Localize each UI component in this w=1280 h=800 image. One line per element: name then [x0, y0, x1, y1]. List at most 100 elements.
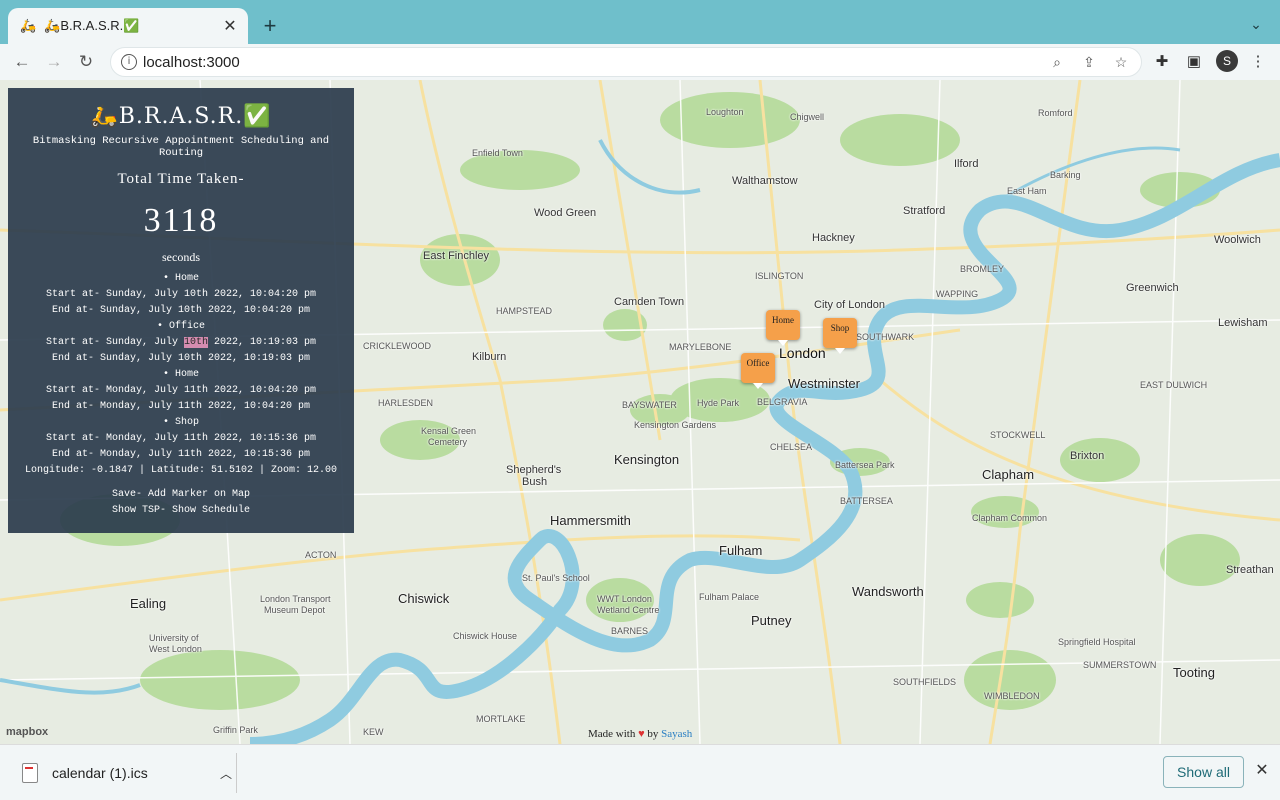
place-label: Tooting: [1173, 665, 1215, 680]
stop-end: End at- Monday, July 11th 2022, 10:15:36…: [51, 449, 311, 460]
place-label: London: [779, 345, 826, 361]
selected-text: 10th: [183, 337, 208, 348]
divider: [236, 753, 237, 793]
new-tab-button[interactable]: +: [256, 12, 284, 40]
place-label: Hackney: [812, 232, 855, 244]
close-icon[interactable]: ✕: [1252, 761, 1272, 781]
place-label: Lewisham: [1218, 317, 1268, 329]
mapbox-logo[interactable]: mapbox: [6, 726, 48, 738]
show-all-button[interactable]: Show all: [1163, 756, 1244, 788]
place-label: Wandsworth: [852, 584, 924, 599]
place-label: Museum Depot: [264, 605, 326, 615]
place-label: Loughton: [706, 107, 744, 117]
place-label: Romford: [1038, 108, 1073, 118]
place-label: Chiswick: [398, 591, 450, 606]
total-time-value: 3118: [143, 202, 219, 239]
side-panel-icon[interactable]: ▣: [1184, 52, 1204, 72]
credit-text: Made with ♥ by Sayash: [588, 728, 692, 740]
total-time-label: Total Time Taken-: [117, 171, 245, 187]
place-label: HAMPSTEAD: [496, 306, 553, 316]
stop-name: • Home: [162, 369, 199, 380]
help-show-tsp: Show TSP- Show Schedule: [111, 505, 251, 516]
zoom-icon[interactable]: ⌕: [1047, 54, 1067, 72]
place-label: KEW: [363, 727, 384, 737]
forward-arrow-icon[interactable]: →: [42, 50, 66, 74]
total-time-unit: seconds: [162, 250, 200, 264]
map-marker-shop[interactable]: Shop: [823, 318, 857, 354]
bookmark-star-icon[interactable]: ☆: [1111, 54, 1131, 72]
place-label: ACTON: [305, 550, 337, 560]
menu-dots-icon[interactable]: ⋮: [1248, 52, 1268, 72]
extensions-puzzle-icon[interactable]: ✚: [1152, 52, 1172, 72]
map-marker-home[interactable]: Home: [766, 310, 800, 346]
place-label: MORTLAKE: [476, 714, 526, 724]
place-label: Westminster: [788, 376, 860, 391]
place-label: Woolwich: [1214, 234, 1261, 246]
map-marker-office[interactable]: Office: [741, 353, 775, 389]
place-label: Wood Green: [534, 207, 597, 219]
place-label: St. Paul's School: [522, 573, 590, 583]
stop-start: Start at- Monday, July 11th 2022, 10:04:…: [45, 385, 317, 396]
schedule-panel: 🛵B.R.A.S.R.✅ Bitmasking Recursive Appoin…: [8, 88, 354, 533]
place-label: East Finchley: [423, 250, 490, 262]
download-filename: calendar (1).ics: [52, 765, 148, 781]
address-bar[interactable]: i localhost:3000 ⌕ ⇪ ☆: [110, 47, 1142, 77]
stop-start: Start at- Monday, July 11th 2022, 10:15:…: [45, 433, 317, 444]
place-label: Stratford: [903, 205, 946, 217]
stop-end: End at- Sunday, July 10th 2022, 10:04:20…: [51, 305, 311, 316]
help-save: Save- Add Marker on Map: [111, 489, 251, 500]
place-label: Ilford: [954, 158, 979, 170]
place-label: Kensington: [614, 452, 680, 467]
place-label: Fulham Palace: [699, 592, 760, 602]
panel-title: 🛵B.R.A.S.R.✅: [90, 104, 272, 129]
stop-name: • Office: [156, 321, 205, 332]
place-label: Kensington Gardens: [634, 420, 717, 430]
chevron-up-icon[interactable]: ︿: [216, 765, 236, 782]
place-label: WWT London: [597, 594, 652, 604]
place-label: STOCKWELL: [990, 430, 1046, 440]
tab-strip: 🛵 🛵B.R.A.S.R.✅ ✕ + ⌄: [0, 0, 1280, 44]
file-icon: [22, 763, 38, 783]
place-label: Walthamstow: [732, 175, 798, 187]
place-label: University of: [149, 633, 199, 643]
url-text: localhost:3000: [143, 54, 240, 71]
panel-subtitle: Bitmasking Recursive Appointment Schedul…: [32, 135, 330, 159]
place-label: Fulham: [719, 543, 763, 558]
download-item[interactable]: calendar (1).ics ︿: [14, 757, 236, 789]
browser-tab[interactable]: 🛵 🛵B.R.A.S.R.✅ ✕: [8, 8, 248, 44]
tab-title: 🛵B.R.A.S.R.✅: [44, 18, 140, 33]
place-label: BAYSWATER: [622, 400, 677, 410]
place-label: Hyde Park: [697, 398, 740, 408]
stop-start: Start at- Sunday, July 10th 2022, 10:04:…: [45, 289, 317, 300]
place-label: Greenwich: [1126, 282, 1179, 294]
place-label: Chigwell: [790, 112, 825, 122]
back-arrow-icon[interactable]: ←: [10, 50, 34, 74]
place-label: Clapham Common: [972, 513, 1048, 523]
place-label: Clapham: [982, 467, 1035, 482]
place-label: Cemetery: [428, 437, 468, 447]
tab-search-chevron-icon[interactable]: ⌄: [1244, 12, 1268, 36]
place-label: SOUTHFIELDS: [893, 677, 957, 687]
close-tab-icon[interactable]: ✕: [218, 14, 242, 38]
place-label: CRICKLEWOOD: [363, 341, 432, 351]
profile-avatar[interactable]: S: [1216, 50, 1238, 72]
place-label: BROMLEY: [960, 264, 1005, 274]
stop-start-post: 2022, 10:19:03 pm: [208, 337, 317, 348]
place-label: ISLINGTON: [755, 271, 804, 281]
place-label: CHELSEA: [770, 442, 813, 452]
place-label: WAPPING: [936, 289, 979, 299]
place-label: Hammersmith: [550, 513, 631, 528]
place-label: City of London: [814, 299, 885, 311]
place-label: East Ham: [1007, 186, 1047, 196]
place-label: BELGRAVIA: [757, 397, 808, 407]
author-link[interactable]: Sayash: [661, 728, 692, 740]
place-label: SOUTHWARK: [856, 332, 915, 342]
favicon-icon: 🛵: [20, 18, 37, 33]
place-label: EAST DULWICH: [1140, 380, 1208, 390]
share-icon[interactable]: ⇪: [1079, 54, 1099, 72]
stop-name: • Shop: [162, 417, 199, 428]
reload-icon[interactable]: ↻: [74, 50, 98, 74]
site-info-icon[interactable]: i: [121, 54, 137, 70]
place-label: MARYLEBONE: [669, 342, 732, 352]
place-label: BARNES: [611, 626, 649, 636]
